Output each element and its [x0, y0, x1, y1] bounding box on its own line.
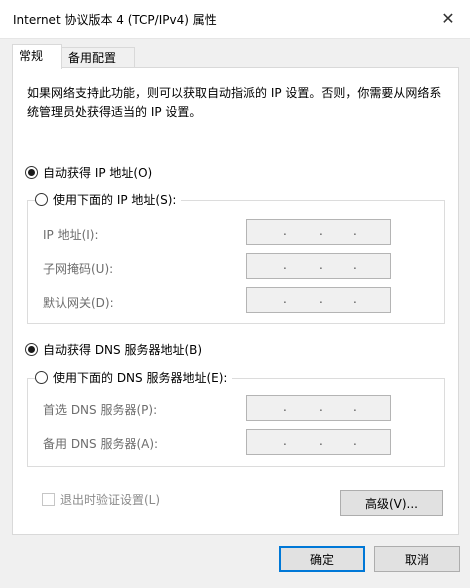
window-title: Internet 协议版本 4 (TCP/IPv4) 属性 [13, 13, 217, 27]
auto-dns-label: 自动获得 DNS 服务器地址(B) [43, 343, 203, 357]
tab-alternate-configuration[interactable]: 备用配置 [61, 47, 135, 68]
subnet-mask-label: 子网掩码(U): [43, 262, 114, 276]
ip-address-label: IP 地址(I): [43, 228, 99, 242]
auto-ip-label: 自动获得 IP 地址(O) [43, 166, 153, 180]
cancel-button[interactable]: 取消 [374, 546, 460, 572]
default-gateway-input[interactable]: ... [246, 287, 391, 313]
tab-general[interactable]: 常规 [12, 44, 62, 69]
alternate-dns-label: 备用 DNS 服务器(A): [43, 437, 159, 451]
manual-ip-label: 使用下面的 IP 地址(S): [53, 193, 177, 207]
auto-ip-radio[interactable]: 自动获得 IP 地址(O) [25, 164, 158, 182]
default-gateway-label: 默认网关(D): [43, 296, 114, 310]
advanced-button[interactable]: 高级(V)... [340, 490, 443, 516]
preferred-dns-label: 首选 DNS 服务器(P): [43, 403, 158, 417]
radio-unchecked-icon [35, 371, 48, 384]
ok-button[interactable]: 确定 [279, 546, 365, 572]
manual-dns-label: 使用下面的 DNS 服务器地址(E): [53, 371, 228, 385]
auto-dns-radio[interactable]: 自动获得 DNS 服务器地址(B) [25, 341, 208, 359]
title-bar: Internet 协议版本 4 (TCP/IPv4) 属性 ✕ [0, 0, 470, 39]
radio-unchecked-icon [35, 193, 48, 206]
checkbox-icon [42, 493, 55, 506]
preferred-dns-input[interactable]: ... [246, 395, 391, 421]
validate-on-exit-label: 退出时验证设置(L) [60, 493, 161, 507]
close-icon[interactable]: ✕ [438, 9, 458, 29]
ip-address-input[interactable]: ... [246, 219, 391, 245]
radio-checked-icon [25, 343, 38, 356]
tab-strip: 常规 备用配置 [12, 44, 458, 69]
manual-dns-radio[interactable]: 使用下面的 DNS 服务器地址(E): [35, 369, 233, 387]
validate-on-exit-checkbox[interactable]: 退出时验证设置(L) [42, 491, 160, 508]
description-text: 如果网络支持此功能，则可以获取自动指派的 IP 设置。否则，你需要从网络系统管理… [27, 86, 442, 119]
radio-checked-icon [25, 166, 38, 179]
subnet-mask-input[interactable]: ... [246, 253, 391, 279]
manual-ip-radio[interactable]: 使用下面的 IP 地址(S): [35, 191, 182, 209]
alternate-dns-input[interactable]: ... [246, 429, 391, 455]
